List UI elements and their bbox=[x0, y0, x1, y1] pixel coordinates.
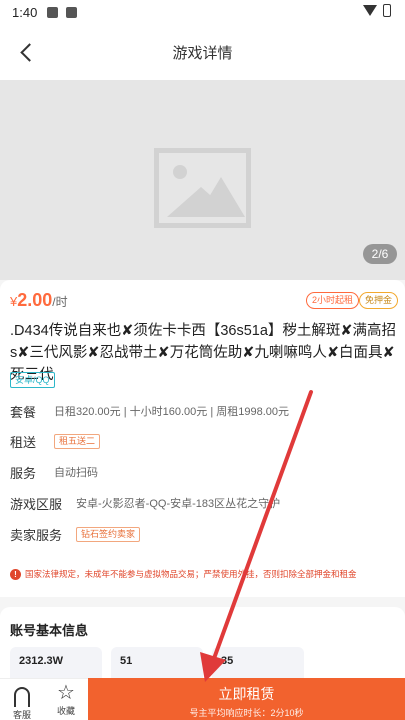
info-row-gift: 租送 租五送二 bbox=[10, 431, 400, 451]
gallery-page-counter: 2/6 bbox=[363, 244, 397, 264]
listing-card: ¥2.00/时 2小时起租 免押金 .D434传说自来也✘须佐卡卡西【36s51… bbox=[0, 280, 405, 597]
info-row-zone: 游戏区服 安卓-火影忍者-QQ-安卓-183区丛花之守护 bbox=[10, 493, 400, 513]
page-title: 游戏详情 bbox=[172, 45, 233, 62]
price: ¥2.00/时 bbox=[10, 290, 68, 311]
customer-service-button[interactable]: 客服 bbox=[2, 683, 42, 720]
price-value: 2.00 bbox=[17, 290, 53, 310]
deposit-free-tag: 免押金 bbox=[359, 292, 399, 309]
stat-value: 51 bbox=[120, 655, 133, 667]
zone-label: 游戏区服 bbox=[10, 496, 63, 512]
battery-icon bbox=[383, 4, 391, 17]
star-icon: ☆ bbox=[57, 682, 75, 704]
min-rent-tag: 2小时起租 bbox=[306, 292, 360, 309]
zone-value: 安卓-火影忍者-QQ-安卓-183区丛花之守护 bbox=[76, 498, 281, 510]
info-row-service: 服务 自动扫码 bbox=[10, 462, 400, 482]
info-row-package: 套餐 日租320.00元 | 十小时160.00元 | 周租1998.00元 bbox=[10, 401, 400, 421]
legal-notice: ! 国家法律规定，未成年不能参与虚拟物品交易；严禁使用外挂，否则扣除全部押金和租… bbox=[10, 568, 357, 580]
favorite-label: 收藏 bbox=[56, 706, 75, 716]
image-placeholder-icon bbox=[154, 148, 251, 228]
listing-title: .D434传说自来也✘须佐卡卡西【36s51a】秽土解斑✘满高招s✘三代风影✘忍… bbox=[10, 323, 397, 383]
response-time-label: 号主平均响应时长：2分10秒 bbox=[189, 708, 304, 718]
bottom-action-bar: 客服 ☆ 收藏 立即租赁 号主平均响应时长：2分10秒 bbox=[0, 678, 405, 720]
rent-now-label: 立即租赁 bbox=[218, 686, 275, 702]
section-title: 账号基本信息 bbox=[10, 623, 89, 638]
seller-label: 卖家服务 bbox=[10, 527, 63, 543]
headset-icon bbox=[14, 687, 30, 707]
gallery-notification-icon bbox=[47, 6, 59, 18]
app-notification-icon bbox=[66, 6, 78, 18]
favorite-button[interactable]: ☆ 收藏 bbox=[46, 683, 86, 717]
status-icons bbox=[363, 4, 391, 17]
gift-label: 租送 bbox=[10, 434, 37, 450]
seller-badge: 钻石签约卖家 bbox=[76, 526, 141, 542]
platform-tag: 安卓/QQ bbox=[10, 372, 55, 388]
package-value: 日租320.00元 | 十小时160.00元 | 周租1998.00元 bbox=[54, 406, 289, 418]
package-label: 套餐 bbox=[10, 404, 37, 420]
image-gallery[interactable]: 2/6 bbox=[0, 80, 405, 280]
stat-value: 2312.3W bbox=[19, 655, 64, 667]
info-row-seller: 卖家服务 钻石签约卖家 bbox=[10, 524, 400, 544]
gift-badge: 租五送二 bbox=[54, 433, 101, 449]
nav-bar: 游戏详情 bbox=[0, 24, 405, 80]
price-unit: /时 bbox=[52, 295, 68, 309]
status-bar: 1:40 bbox=[0, 0, 405, 24]
legal-notice-text: 国家法律规定，未成年不能参与虚拟物品交易；严禁使用外挂，否则扣除全部押金和租金 bbox=[25, 569, 357, 579]
service-label: 服务 bbox=[10, 465, 37, 481]
warning-icon: ! bbox=[10, 568, 21, 580]
stat-value: 35 bbox=[221, 655, 234, 667]
service-value: 自动扫码 bbox=[54, 467, 98, 479]
status-time: 1:40 bbox=[12, 4, 38, 20]
rent-now-button[interactable]: 立即租赁 号主平均响应时长：2分10秒 bbox=[88, 678, 405, 720]
customer-service-label: 客服 bbox=[12, 710, 31, 720]
wifi-icon bbox=[363, 5, 377, 16]
